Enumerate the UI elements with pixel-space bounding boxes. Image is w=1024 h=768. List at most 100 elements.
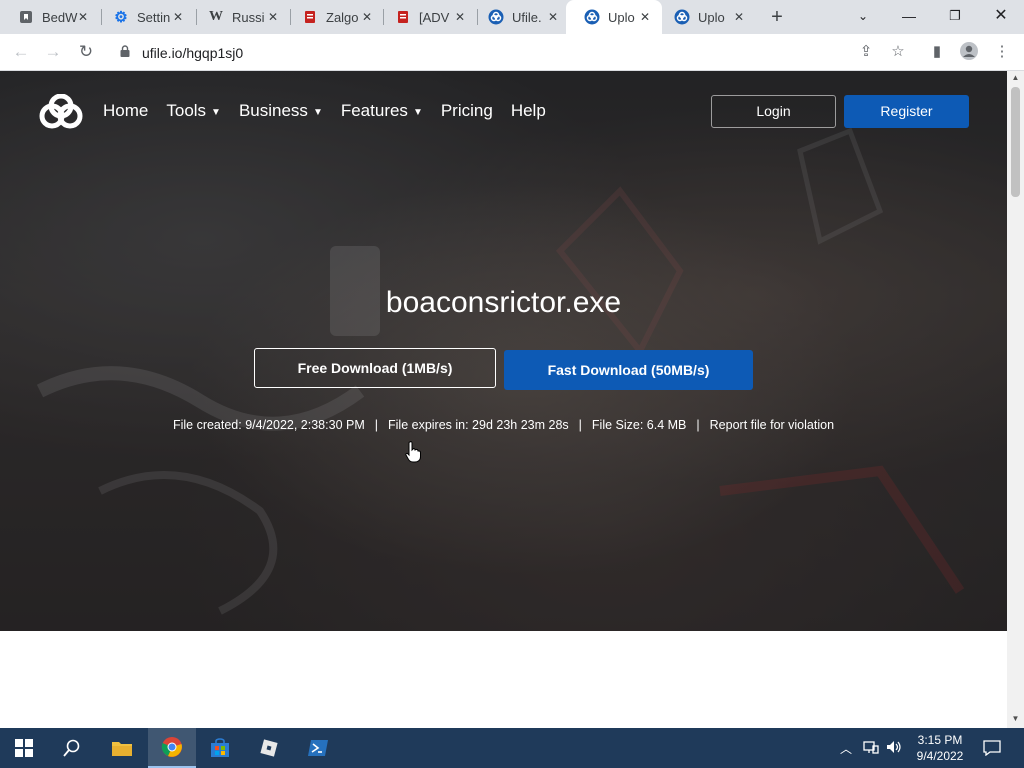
ufile-logo-icon[interactable] <box>38 94 84 130</box>
browser-toolbar: ← → ↻ ufile.io/hgqp1sj0 ⇪ ☆ ▮ ⋮ <box>0 34 1024 71</box>
chevron-down-icon: ▼ <box>211 106 221 118</box>
nav-label: Home <box>103 101 149 120</box>
nav-pricing[interactable]: Pricing <box>441 101 493 121</box>
register-button[interactable]: Register <box>844 95 969 128</box>
tab-search-chevron-icon[interactable]: ⌄ <box>840 0 886 34</box>
close-icon[interactable]: ✕ <box>76 10 90 24</box>
file-expires-text: File expires in: 29d 23h 23m 28s <box>388 418 569 432</box>
profile-avatar-icon[interactable] <box>959 42 979 62</box>
minimize-icon[interactable]: — <box>886 0 932 34</box>
tray-chevron-up-icon[interactable]: ︿ <box>840 740 852 757</box>
new-tab-button[interactable]: + <box>766 6 788 28</box>
taskbar-clock[interactable]: 3:15 PM 9/4/2022 <box>905 732 975 764</box>
hero-section: Home Tools ▼ Business ▼ Features ▼ Pricing … <box>0 71 1007 631</box>
tab-wikipedia[interactable]: W Russi ✕ <box>190 0 290 34</box>
address-bar[interactable]: ufile.io/hgqp1sj0 <box>106 38 918 66</box>
close-icon[interactable]: ✕ <box>732 10 746 24</box>
tab-title: [ADV <box>419 9 450 25</box>
chevron-down-icon: ▼ <box>412 106 423 118</box>
clock-time: 3:15 PM <box>917 733 963 747</box>
tab-title: Ufile. <box>512 9 542 25</box>
login-button[interactable]: Login <box>711 95 836 128</box>
ufile-icon <box>488 9 504 25</box>
bookmark-icon <box>18 9 34 25</box>
url-text: ufile.io/hgqp1sj0 <box>142 45 244 61</box>
back-arrow-icon[interactable]: ← <box>10 41 32 63</box>
reload-icon[interactable]: ↻ <box>75 41 97 63</box>
store-bag-icon <box>211 738 229 757</box>
scroll-down-icon[interactable]: ▼ <box>1011 714 1020 724</box>
nav-home[interactable]: Home <box>103 101 148 121</box>
document-icon <box>395 9 411 25</box>
start-button[interactable] <box>0 728 48 768</box>
file-created-text: File created: 9/4/2022, 2:38:30 PM <box>172 418 365 432</box>
search-icon <box>63 739 80 757</box>
volume-icon[interactable] <box>886 740 902 757</box>
separator: | <box>696 418 700 432</box>
nav-label: Pricing <box>440 101 493 120</box>
tab-zalgo[interactable]: Zalgo ✕ <box>284 0 384 34</box>
close-window-icon[interactable]: ✕ <box>978 0 1024 34</box>
separator: | <box>374 418 378 432</box>
forward-arrow-icon[interactable]: → <box>42 41 64 63</box>
close-icon[interactable]: ✕ <box>546 10 560 24</box>
tab-title: Settin <box>137 9 171 25</box>
nav-label: Business <box>238 101 308 120</box>
close-icon[interactable]: ✕ <box>638 10 652 24</box>
tab-adv[interactable]: [ADV ✕ <box>377 0 477 34</box>
file-info-bar: File created: 9/4/2022, 2:38:30 PM | File … <box>0 418 1007 432</box>
windows-taskbar: ︿ 3:15 PM 9/4/2022 <box>0 728 1024 768</box>
tab-upload[interactable]: Uplo ✕ <box>656 0 756 34</box>
bookmark-star-icon[interactable]: ☆ <box>888 42 908 62</box>
wikipedia-icon: W <box>209 9 223 24</box>
nav-help[interactable]: Help <box>511 101 546 121</box>
tab-settings[interactable]: ⚙ Settin ✕ <box>95 0 195 34</box>
tab-title: Russi <box>232 9 265 25</box>
close-icon[interactable]: ✕ <box>266 10 280 24</box>
chrome-taskbar-button[interactable] <box>148 728 196 768</box>
tab-ufile[interactable]: Ufile. ✕ <box>470 0 570 34</box>
nav-label: Tools <box>166 101 207 120</box>
folder-icon <box>112 742 132 756</box>
separator: | <box>578 418 582 432</box>
network-icon[interactable] <box>863 740 879 757</box>
nav-label: Features <box>340 101 408 120</box>
nav-business[interactable]: Business ▼ <box>239 101 323 121</box>
free-download-button[interactable]: Free Download (1MB/s) <box>254 348 496 388</box>
side-panel-icon[interactable]: ▮ <box>927 42 947 62</box>
web-page: Home Tools ▼ Business ▼ Features ▼ Pricing … <box>0 71 1007 728</box>
fast-download-button[interactable]: Fast Download (50MB/s) <box>504 350 753 390</box>
document-icon <box>302 9 318 25</box>
restore-icon[interactable]: ❐ <box>932 0 978 34</box>
store-taskbar-button[interactable] <box>196 728 244 768</box>
roblox-icon <box>260 739 278 757</box>
file-name-title: boaconsrictor.exe <box>385 286 622 319</box>
page-scrollbar[interactable]: ▲ ▼ <box>1007 71 1024 728</box>
tab-title: Zalgo <box>326 9 359 25</box>
roblox-taskbar-button[interactable] <box>245 728 293 768</box>
file-explorer-button[interactable] <box>98 728 146 768</box>
scroll-up-icon[interactable]: ▲ <box>1011 73 1020 83</box>
clock-date: 9/4/2022 <box>916 749 964 763</box>
menu-kebab-icon[interactable]: ⋮ <box>992 42 1012 62</box>
tab-bedwars[interactable]: BedW ✕ <box>0 0 100 34</box>
nav-tools[interactable]: Tools ▼ <box>166 101 221 121</box>
chevron-down-icon: ▼ <box>312 106 323 118</box>
tab-title: BedW <box>42 9 78 25</box>
close-icon[interactable]: ✕ <box>453 10 467 24</box>
close-icon[interactable]: ✕ <box>360 10 374 24</box>
scroll-thumb[interactable] <box>1011 87 1020 197</box>
search-button[interactable] <box>48 728 96 768</box>
notifications-icon[interactable] <box>983 740 1001 759</box>
lock-icon <box>120 45 130 57</box>
report-violation-link[interactable]: Report file for violation <box>710 418 834 432</box>
tab-title: Uplo <box>698 9 725 25</box>
share-icon[interactable]: ⇪ <box>856 42 876 62</box>
nav-features[interactable]: Features ▼ <box>341 101 423 121</box>
powershell-taskbar-button[interactable] <box>294 728 342 768</box>
chrome-icon <box>161 737 182 757</box>
windows-logo-icon <box>15 739 33 757</box>
close-icon[interactable]: ✕ <box>171 10 185 24</box>
tab-upload-active[interactable]: Uplo ✕ <box>566 0 662 34</box>
ufile-icon <box>584 9 600 25</box>
